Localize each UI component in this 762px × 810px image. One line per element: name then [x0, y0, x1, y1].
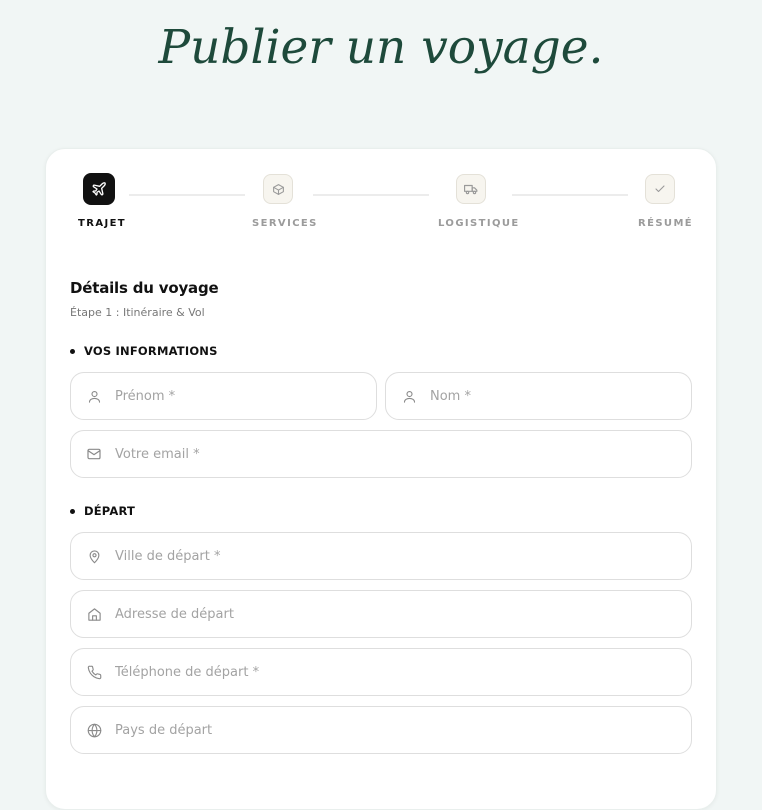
- section-title-info: VOS INFORMATIONS: [70, 344, 218, 358]
- map-pin-icon: [86, 548, 102, 564]
- step-services-icon[interactable]: [263, 174, 293, 204]
- firstname-field[interactable]: [70, 372, 377, 420]
- section-title-info-label: VOS INFORMATIONS: [84, 344, 218, 358]
- truck-icon: [464, 184, 478, 195]
- user-icon: [401, 388, 417, 404]
- lastname-input[interactable]: [430, 373, 691, 419]
- email-input[interactable]: [115, 431, 691, 477]
- step-label-trajet[interactable]: TRAJET: [78, 218, 126, 229]
- departure-phone-field[interactable]: [70, 648, 692, 696]
- step-label-logistique[interactable]: LOGISTIQUE: [438, 218, 520, 229]
- package-icon: [272, 183, 284, 195]
- check-icon: [655, 185, 665, 193]
- departure-city-input[interactable]: [115, 533, 691, 579]
- departure-address-input[interactable]: [115, 591, 691, 637]
- firstname-input[interactable]: [115, 373, 376, 419]
- step-connector: [313, 194, 429, 196]
- phone-icon: [86, 664, 102, 680]
- email-field[interactable]: [70, 430, 692, 478]
- step-trajet-icon[interactable]: [83, 173, 115, 205]
- form-title: Détails du voyage: [70, 279, 219, 297]
- bullet-dot: [70, 348, 75, 354]
- home-icon: [86, 606, 102, 622]
- form-subtitle: Étape 1 : Itinéraire & Vol: [70, 306, 205, 319]
- globe-icon: [86, 722, 102, 738]
- lastname-field[interactable]: [385, 372, 692, 420]
- section-title-departure: DÉPART: [70, 504, 135, 518]
- departure-country-input[interactable]: [115, 707, 691, 753]
- section-title-departure-label: DÉPART: [84, 504, 136, 518]
- departure-city-field[interactable]: [70, 532, 692, 580]
- page-title: Publier un voyage.: [158, 20, 604, 75]
- step-resume-icon[interactable]: [645, 174, 675, 204]
- plane-icon: [92, 182, 106, 196]
- step-logistique-icon[interactable]: [456, 174, 486, 204]
- step-label-services[interactable]: SERVICES: [252, 218, 318, 229]
- user-icon: [86, 388, 102, 404]
- form-card: TRAJET SERVICES LOGISTIQUE RÉSUMÉ Détail…: [45, 148, 717, 810]
- mail-icon: [86, 446, 102, 462]
- departure-phone-input[interactable]: [115, 649, 691, 695]
- step-label-resume[interactable]: RÉSUMÉ: [638, 218, 693, 229]
- step-connector: [512, 194, 628, 196]
- step-connector: [129, 194, 245, 196]
- bullet-dot: [70, 508, 75, 514]
- departure-address-field[interactable]: [70, 590, 692, 638]
- departure-country-field[interactable]: [70, 706, 692, 754]
